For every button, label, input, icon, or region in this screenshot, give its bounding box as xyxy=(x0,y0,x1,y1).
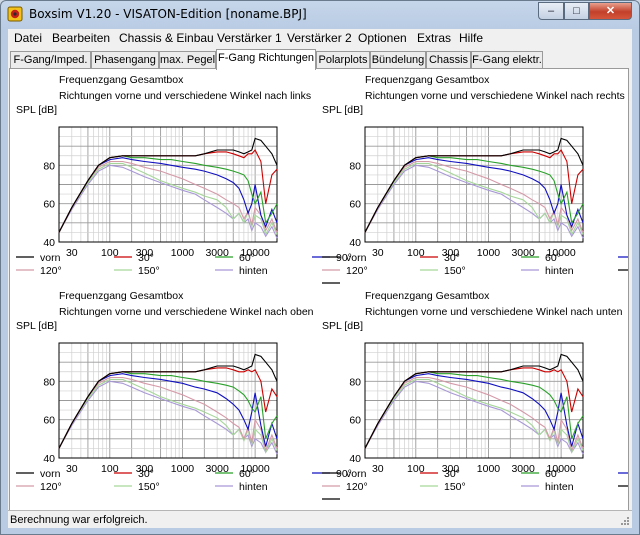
y-tick-label: 40 xyxy=(349,453,361,465)
series-line-30 xyxy=(364,149,584,233)
client-area: F-Gang/Imped. Phasengang max. Pegel F-Ga… xyxy=(8,47,632,528)
y-tick-label: 80 xyxy=(349,376,361,388)
menu-hilfe[interactable]: Hilfe xyxy=(459,31,483,45)
x-tick-label: 1000 xyxy=(477,247,501,259)
resize-grip-icon[interactable] xyxy=(620,516,630,526)
tab-fgang-richtungen[interactable]: F-Gang Richtungen xyxy=(216,49,316,70)
legend-label: 30° xyxy=(444,468,460,480)
tab-fgang-imped[interactable]: F-Gang/Imped. xyxy=(10,51,91,69)
legend-label: 150° xyxy=(138,265,160,277)
legend-label: 150° xyxy=(444,265,466,277)
chart-subtitle: Richtungen vorne und verschiedene Winkel… xyxy=(59,90,311,102)
y-axis-label: SPL [dB] xyxy=(322,104,363,116)
menu-verstaerker-1[interactable]: Verstärker 1 xyxy=(217,31,282,45)
legend-label: 120° xyxy=(40,265,62,277)
legend-label: 30° xyxy=(138,252,154,264)
legend-label: hinten xyxy=(545,265,574,277)
x-tick-label: 1000 xyxy=(171,463,195,475)
boxsim-app-icon xyxy=(7,6,23,22)
menu-chassis-einbau[interactable]: Chassis & Einbau xyxy=(119,31,214,45)
y-axis-label: SPL [dB] xyxy=(16,104,57,116)
x-tick-label: 30 xyxy=(66,247,78,259)
tab-max-pegel[interactable]: max. Pegel xyxy=(159,51,216,69)
y-tick-label: 60 xyxy=(43,199,55,211)
chart-panel-2: Frequenzgang Gesamtbox Richtungen vorne u… xyxy=(16,290,352,493)
tab-phasengang[interactable]: Phasengang xyxy=(91,51,159,69)
chart-subtitle: Richtungen vorne und verschiedene Winkel… xyxy=(365,306,623,318)
app-window: Boxsim V1.20 - VISATON-Edition [noname.B… xyxy=(0,0,640,535)
legend-label: hinten xyxy=(545,481,574,493)
maximize-button[interactable]: □ xyxy=(564,2,589,20)
title-bar[interactable]: Boxsim V1.20 - VISATON-Edition [noname.B… xyxy=(1,1,639,28)
x-tick-label: 30 xyxy=(66,463,78,475)
y-tick-label: 40 xyxy=(43,237,55,249)
legend-label: vorn xyxy=(40,468,61,480)
legend-label: vorn xyxy=(346,468,367,480)
tab-buendelung[interactable]: Bündelung xyxy=(370,51,426,69)
legend-label: 150° xyxy=(138,481,160,493)
legend-label: 120° xyxy=(40,481,62,493)
menu-verstaerker-2[interactable]: Verstärker 2 xyxy=(287,31,352,45)
legend-label: 30° xyxy=(444,252,460,264)
y-axis-label: SPL [dB] xyxy=(16,320,57,332)
tab-fgang-elektr[interactable]: F-Gang elektr. xyxy=(471,51,543,69)
y-tick-label: 80 xyxy=(349,160,361,172)
chart-panel-0: Frequenzgang Gesamtbox Richtungen vorne u… xyxy=(16,74,352,277)
y-tick-label: 60 xyxy=(43,415,55,427)
legend-label: 120° xyxy=(346,265,368,277)
legend-label: 30° xyxy=(138,468,154,480)
status-bar: Berechnung war erfolgreich. xyxy=(8,510,632,528)
tab-panel: Frequenzgang Gesamtbox Richtungen vorne u… xyxy=(9,68,629,511)
y-tick-label: 60 xyxy=(349,415,361,427)
chart-subtitle: Richtungen vorne und verschiedene Winkel… xyxy=(365,90,625,102)
y-tick-label: 60 xyxy=(349,199,361,211)
legend-label: 60° xyxy=(545,252,561,264)
series-line-30 xyxy=(58,149,278,233)
y-axis-label: SPL [dB] xyxy=(322,320,363,332)
chart-panel-3: Frequenzgang Gesamtbox Richtungen vorne u… xyxy=(322,290,628,500)
legend-label: 150° xyxy=(444,481,466,493)
legend-label: vorn xyxy=(346,252,367,264)
x-tick-label: 30 xyxy=(372,247,384,259)
chart-title: Frequenzgang Gesamtbox xyxy=(365,74,490,86)
tab-strip: F-Gang/Imped. Phasengang max. Pegel F-Ga… xyxy=(8,49,632,70)
x-tick-label: 1000 xyxy=(477,463,501,475)
legend-label: 60° xyxy=(239,468,255,480)
chart-title: Frequenzgang Gesamtbox xyxy=(59,290,184,302)
window-title: Boxsim V1.20 - VISATON-Edition [noname.B… xyxy=(29,7,307,21)
chart-panel-1: Frequenzgang Gesamtbox Richtungen vorne u… xyxy=(322,74,628,284)
menu-optionen[interactable]: Optionen xyxy=(358,31,407,45)
chart-title: Frequenzgang Gesamtbox xyxy=(365,290,490,302)
tab-polarplots[interactable]: Polarplots xyxy=(316,51,370,69)
minimize-button[interactable]: – xyxy=(538,2,564,20)
status-text: Berechnung war erfolgreich. xyxy=(10,514,148,526)
y-tick-label: 40 xyxy=(43,453,55,465)
legend-label: 120° xyxy=(346,481,368,493)
legend-label: hinten xyxy=(239,265,268,277)
directional-response-charts: Frequenzgang Gesamtbox Richtungen vorne u… xyxy=(16,74,628,500)
y-tick-label: 80 xyxy=(43,160,55,172)
legend-label: 60° xyxy=(239,252,255,264)
x-tick-label: 30 xyxy=(372,463,384,475)
chart-subtitle: Richtungen vorne und verschiedene Winkel… xyxy=(59,306,314,318)
chart-title: Frequenzgang Gesamtbox xyxy=(59,74,184,86)
x-tick-label: 1000 xyxy=(171,247,195,259)
menu-extras[interactable]: Extras xyxy=(417,31,451,45)
legend-label: vorn xyxy=(40,252,61,264)
legend-label: 60° xyxy=(545,468,561,480)
menu-bearbeiten[interactable]: Bearbeiten xyxy=(52,31,110,45)
y-tick-label: 80 xyxy=(43,376,55,388)
tab-chassis[interactable]: Chassis xyxy=(426,51,471,69)
y-tick-label: 40 xyxy=(349,237,361,249)
menu-bar: Datei Bearbeiten Chassis & Einbau Verstä… xyxy=(8,29,632,47)
menu-datei[interactable]: Datei xyxy=(14,31,42,45)
close-button[interactable]: ✕ xyxy=(589,2,632,20)
legend-label: hinten xyxy=(239,481,268,493)
